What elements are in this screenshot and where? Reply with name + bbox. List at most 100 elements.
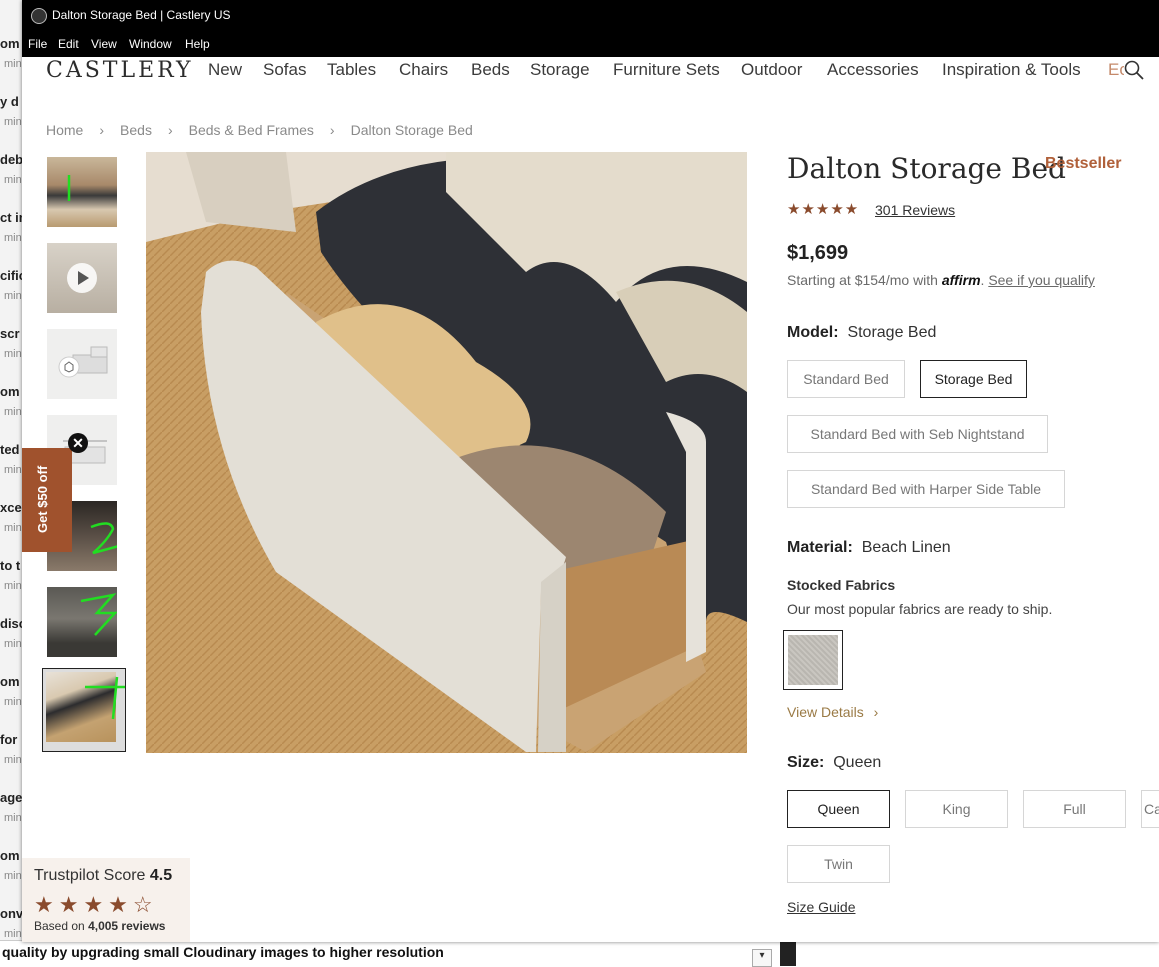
background-item-meta: min xyxy=(4,812,22,824)
model-option-storage-bed[interactable]: Storage Bed xyxy=(920,360,1027,398)
menu-bar: File Edit View Window Help xyxy=(22,31,1159,57)
menu-view[interactable]: View xyxy=(91,37,117,51)
trustpilot-score-label: Trustpilot Score xyxy=(34,867,146,884)
background-item-title: onv xyxy=(0,906,22,921)
product-price: $1,699 xyxy=(787,242,849,264)
nav-outdoor[interactable]: Outdoor xyxy=(741,60,802,80)
background-item-meta: min xyxy=(4,754,22,766)
background-item-meta: min xyxy=(4,58,22,70)
background-list-item[interactable]: disc min xyxy=(0,610,22,668)
background-item-title: cific xyxy=(0,268,22,283)
background-item-title: om F xyxy=(0,848,22,863)
background-item-meta: min xyxy=(4,174,22,186)
background-item-title: to t xyxy=(0,558,21,573)
annotation-mark-4 xyxy=(85,676,125,720)
background-list-item[interactable]: to t min xyxy=(0,552,22,610)
nav-chairs[interactable]: Chairs xyxy=(399,60,448,80)
background-list-item[interactable]: xce min xyxy=(0,494,22,552)
background-list-item[interactable]: om F min xyxy=(0,668,22,726)
background-item-meta: min xyxy=(4,464,22,476)
nav-accessories[interactable]: Accessories xyxy=(827,60,919,80)
model-option-standard-bed[interactable]: Standard Bed xyxy=(787,360,905,398)
trustpilot-based-on: Based on 4,005 reviews xyxy=(34,919,165,933)
menu-file[interactable]: File xyxy=(28,37,47,51)
breadcrumb-beds[interactable]: Beds xyxy=(120,122,152,138)
close-icon[interactable]: ✕ xyxy=(68,433,88,453)
nav-inspiration-tools[interactable]: Inspiration & Tools xyxy=(942,60,1081,80)
main-product-image[interactable] xyxy=(146,152,747,753)
breadcrumb-home[interactable]: Home xyxy=(46,122,83,138)
trustpilot-widget[interactable]: Trustpilot Score 4.5 ★★★★☆ Based on 4,00… xyxy=(22,858,190,942)
background-item-meta: min xyxy=(4,406,22,418)
background-item-title: ted xyxy=(0,442,20,457)
fabric-swatch-beach-linen[interactable] xyxy=(783,630,843,690)
background-item-title: scr xyxy=(0,326,20,341)
background-bottom-field[interactable]: quality by upgrading small Cloudinary im… xyxy=(0,940,780,967)
search-icon[interactable] xyxy=(1124,60,1144,80)
nav-tables[interactable]: Tables xyxy=(327,60,376,80)
nav-furniture-sets[interactable]: Furniture Sets xyxy=(613,60,720,80)
thumbnail-1[interactable] xyxy=(47,157,117,227)
menu-window[interactable]: Window xyxy=(129,37,172,51)
thumbnail-video[interactable] xyxy=(47,243,117,313)
bestseller-badge: Bestseller xyxy=(1045,155,1122,172)
background-list-item[interactable]: age min xyxy=(0,784,22,842)
background-list-item[interactable]: om F min xyxy=(0,842,22,900)
background-item-meta: min xyxy=(4,928,22,940)
size-option-twin[interactable]: Twin xyxy=(787,845,890,883)
thumbnail-6[interactable] xyxy=(47,587,117,657)
background-list-item[interactable]: om F min xyxy=(0,378,22,436)
castlery-logo[interactable]: CASTLERY xyxy=(46,58,194,83)
nav-sofas[interactable]: Sofas xyxy=(263,60,306,80)
view-details-label: View Details xyxy=(787,704,864,720)
trustpilot-based-prefix: Based on xyxy=(34,919,85,933)
reviews-link[interactable]: 301 Reviews xyxy=(875,202,955,218)
chevron-down-icon[interactable]: ▾ xyxy=(752,949,772,967)
background-list-item[interactable]: ted min xyxy=(0,436,22,494)
nav-beds[interactable]: Beds xyxy=(471,60,510,80)
title-bar: Dalton Storage Bed | Castlery US xyxy=(22,0,1159,31)
background-item-meta: min xyxy=(4,870,22,882)
background-item-title: om F xyxy=(0,36,22,51)
see-if-you-qualify-link[interactable]: See if you qualify xyxy=(988,272,1095,288)
size-guide-link[interactable]: Size Guide xyxy=(787,899,855,915)
background-list-item[interactable]: y d min xyxy=(0,88,22,146)
nav-new[interactable]: New xyxy=(208,60,242,80)
browser-window: Dalton Storage Bed | Castlery US File Ed… xyxy=(22,0,1159,942)
background-list-item[interactable]: for min xyxy=(0,726,22,784)
material-label-value: Beach Linen xyxy=(861,539,951,556)
menu-help[interactable]: Help xyxy=(185,37,210,51)
size-option-queen[interactable]: Queen xyxy=(787,790,890,828)
background-list-item[interactable]: cific min xyxy=(0,262,22,320)
view-details-link[interactable]: View Details › xyxy=(787,704,878,720)
background-right-area xyxy=(780,940,1159,966)
breadcrumb-separator: › xyxy=(167,122,173,138)
background-item-title: xce xyxy=(0,500,22,515)
size-option-full[interactable]: Full xyxy=(1023,790,1126,828)
thumbnail-selected[interactable] xyxy=(42,668,126,752)
background-list-item[interactable]: deb min xyxy=(0,146,22,204)
background-item-title: om F xyxy=(0,674,22,689)
nav-storage[interactable]: Storage xyxy=(530,60,590,80)
background-list-item[interactable]: scr min xyxy=(0,320,22,378)
model-label: Model: Storage Bed xyxy=(787,324,936,342)
size-label-key: Size: xyxy=(787,754,825,771)
background-list-item[interactable]: ct in min xyxy=(0,204,22,262)
thumbnail-3d-view[interactable] xyxy=(47,329,117,399)
size-option-king[interactable]: King xyxy=(905,790,1008,828)
menu-edit[interactable]: Edit xyxy=(58,37,79,51)
background-item-title: om F xyxy=(0,384,22,399)
background-item-title: disc xyxy=(0,616,22,631)
breadcrumb-bed-frames[interactable]: Beds & Bed Frames xyxy=(189,122,314,138)
get-50-off-tab[interactable]: Get $50 off xyxy=(22,448,72,552)
app-icon xyxy=(31,8,47,24)
get-50-off-label: Get $50 off xyxy=(35,465,50,533)
affirm-logo: affirm xyxy=(941,272,981,288)
model-option-harper-side-table[interactable]: Standard Bed with Harper Side Table xyxy=(787,470,1065,508)
model-option-seb-nightstand[interactable]: Standard Bed with Seb Nightstand xyxy=(787,415,1048,453)
nav-cut-item[interactable]: Ec xyxy=(1108,60,1124,80)
stocked-fabrics-title: Stocked Fabrics xyxy=(787,577,896,593)
size-option-california-king[interactable]: Ca xyxy=(1141,790,1159,828)
size-label: Size: Queen xyxy=(787,754,881,772)
background-list-item[interactable]: om F min xyxy=(0,30,22,88)
